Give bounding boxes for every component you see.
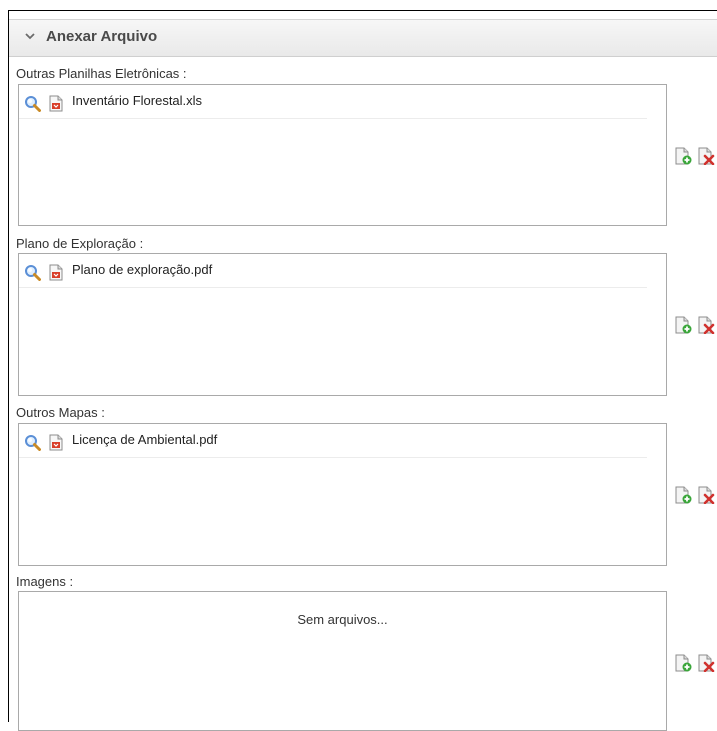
file-list-imagens: Sem arquivos... <box>18 591 667 731</box>
remove-file-icon[interactable] <box>697 316 715 334</box>
file-name[interactable]: Licença de Ambiental.pdf <box>72 432 217 447</box>
pdf-file-icon[interactable] <box>48 264 64 281</box>
add-file-icon[interactable] <box>674 147 692 165</box>
file-row: Plano de exploração.pdf <box>19 254 647 288</box>
add-file-icon[interactable] <box>674 316 692 334</box>
add-file-icon[interactable] <box>674 654 692 672</box>
chevron-down-icon[interactable] <box>24 30 36 42</box>
magnifier-icon[interactable] <box>24 264 41 281</box>
file-name[interactable]: Inventário Florestal.xls <box>72 93 202 108</box>
magnifier-icon[interactable] <box>24 95 41 112</box>
magnifier-icon[interactable] <box>24 434 41 451</box>
empty-message: Sem arquivos... <box>297 612 388 627</box>
section-label-outros-mapas: Outros Mapas : <box>16 405 105 420</box>
remove-file-icon[interactable] <box>697 147 715 165</box>
file-list-planilhas: Inventário Florestal.xls <box>18 84 667 226</box>
remove-file-icon[interactable] <box>697 654 715 672</box>
pdf-file-icon[interactable] <box>48 95 64 112</box>
remove-file-icon[interactable] <box>697 486 715 504</box>
section-label-imagens: Imagens : <box>16 574 74 589</box>
file-row: Licença de Ambiental.pdf <box>19 424 647 458</box>
panel-title: Anexar Arquivo <box>46 28 158 45</box>
file-list-plano-exploracao: Plano de exploração.pdf <box>18 253 667 396</box>
add-file-icon[interactable] <box>674 486 692 504</box>
file-list-outros-mapas: Licença de Ambiental.pdf <box>18 423 667 566</box>
file-row: Inventário Florestal.xls <box>19 85 647 119</box>
pdf-file-icon[interactable] <box>48 434 64 451</box>
section-label-plano-exploracao: Plano de Exploração : <box>16 236 144 251</box>
section-label-planilhas: Outras Planilhas Eletrônicas : <box>16 66 187 81</box>
file-name[interactable]: Plano de exploração.pdf <box>72 262 212 277</box>
